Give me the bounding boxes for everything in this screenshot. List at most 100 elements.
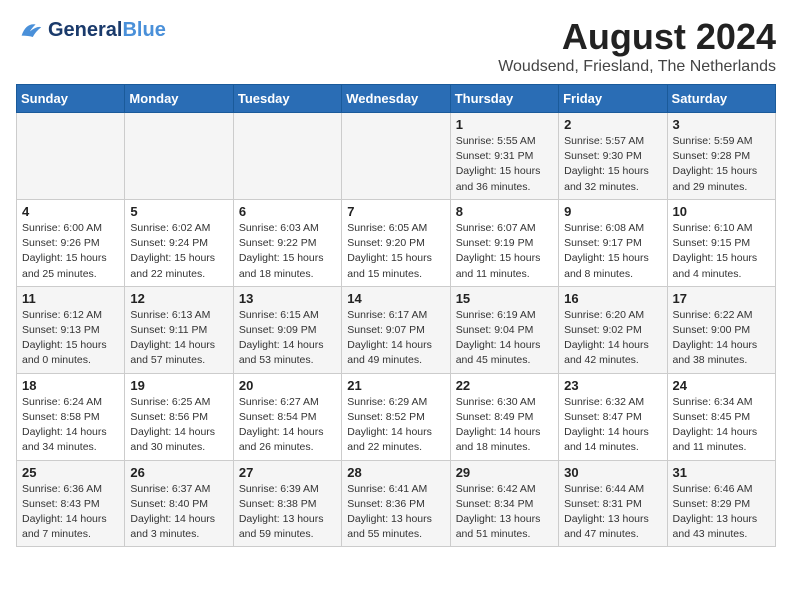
weekday-header-tuesday: Tuesday xyxy=(233,85,341,113)
day-number: 29 xyxy=(456,465,553,480)
day-number: 13 xyxy=(239,291,336,306)
day-number: 4 xyxy=(22,204,119,219)
calendar-cell: 24Sunrise: 6:34 AMSunset: 8:45 PMDayligh… xyxy=(667,373,775,460)
calendar-cell: 22 Sunrise: 6:30 AMSunset: 8:49 PMDayligh… xyxy=(450,373,558,460)
day-info: Sunrise: 5:55 AMSunset: 9:31 PMDaylight:… xyxy=(456,134,553,195)
day-number: 15 xyxy=(456,291,553,306)
day-info: Sunrise: 6:39 AMSunset: 8:38 PMDaylight:… xyxy=(239,482,336,543)
logo-general: General xyxy=(48,19,122,41)
day-number: 28 xyxy=(347,465,444,480)
day-info: Sunrise: 6:20 AMSunset: 9:02 PMDaylight:… xyxy=(564,308,661,369)
day-info: Sunrise: 6:02 AMSunset: 9:24 PMDaylight:… xyxy=(130,221,227,282)
calendar-cell xyxy=(17,113,125,200)
day-number: 6 xyxy=(239,204,336,219)
calendar-cell: 21 Sunrise: 6:29 AMSunset: 8:52 PMDayligh… xyxy=(342,373,450,460)
day-number: 19 xyxy=(130,378,227,393)
title-block: August 2024 Woudsend, Friesland, The Net… xyxy=(498,16,776,76)
week-row-1: 1 Sunrise: 5:55 AMSunset: 9:31 PMDaylight… xyxy=(17,113,776,200)
day-number: 10 xyxy=(673,204,770,219)
calendar-cell: 15 Sunrise: 6:19 AMSunset: 9:04 PMDayligh… xyxy=(450,286,558,373)
logo-blue: Blue xyxy=(122,19,165,41)
day-number: 27 xyxy=(239,465,336,480)
day-number: 23 xyxy=(564,378,661,393)
week-row-4: 18Sunrise: 6:24 AMSunset: 8:58 PMDayligh… xyxy=(17,373,776,460)
week-row-3: 11Sunrise: 6:12 AMSunset: 9:13 PMDayligh… xyxy=(17,286,776,373)
calendar-cell: 31 Sunrise: 6:46 AMSunset: 8:29 PMDayligh… xyxy=(667,460,775,547)
day-number: 17 xyxy=(673,291,770,306)
day-info: Sunrise: 5:57 AMSunset: 9:30 PMDaylight:… xyxy=(564,134,661,195)
weekday-header-sunday: Sunday xyxy=(17,85,125,113)
calendar-cell: 11Sunrise: 6:12 AMSunset: 9:13 PMDayligh… xyxy=(17,286,125,373)
day-number: 26 xyxy=(130,465,227,480)
day-info: Sunrise: 6:30 AMSunset: 8:49 PMDaylight:… xyxy=(456,395,553,456)
weekday-header-saturday: Saturday xyxy=(667,85,775,113)
calendar-cell: 14Sunrise: 6:17 AMSunset: 9:07 PMDayligh… xyxy=(342,286,450,373)
calendar-cell: 7 Sunrise: 6:05 AMSunset: 9:20 PMDaylight… xyxy=(342,199,450,286)
calendar-cell xyxy=(125,113,233,200)
day-info: Sunrise: 6:07 AMSunset: 9:19 PMDaylight:… xyxy=(456,221,553,282)
day-info: Sunrise: 6:32 AMSunset: 8:47 PMDaylight:… xyxy=(564,395,661,456)
day-number: 8 xyxy=(456,204,553,219)
day-info: Sunrise: 6:22 AMSunset: 9:00 PMDaylight:… xyxy=(673,308,770,369)
calendar-table: SundayMondayTuesdayWednesdayThursdayFrid… xyxy=(16,84,776,547)
calendar-cell: 18Sunrise: 6:24 AMSunset: 8:58 PMDayligh… xyxy=(17,373,125,460)
day-number: 7 xyxy=(347,204,444,219)
day-info: Sunrise: 6:36 AMSunset: 8:43 PMDaylight:… xyxy=(22,482,119,543)
weekday-header-monday: Monday xyxy=(125,85,233,113)
calendar-cell: 12 Sunrise: 6:13 AMSunset: 9:11 PMDayligh… xyxy=(125,286,233,373)
calendar-cell: 28 Sunrise: 6:41 AMSunset: 8:36 PMDayligh… xyxy=(342,460,450,547)
calendar-cell: 30Sunrise: 6:44 AMSunset: 8:31 PMDayligh… xyxy=(559,460,667,547)
week-row-2: 4Sunrise: 6:00 AMSunset: 9:26 PMDaylight… xyxy=(17,199,776,286)
day-number: 20 xyxy=(239,378,336,393)
calendar-cell: 9 Sunrise: 6:08 AMSunset: 9:17 PMDaylight… xyxy=(559,199,667,286)
day-info: Sunrise: 6:05 AMSunset: 9:20 PMDaylight:… xyxy=(347,221,444,282)
day-info: Sunrise: 6:29 AMSunset: 8:52 PMDaylight:… xyxy=(347,395,444,456)
calendar-cell: 26Sunrise: 6:37 AMSunset: 8:40 PMDayligh… xyxy=(125,460,233,547)
day-number: 12 xyxy=(130,291,227,306)
calendar-cell xyxy=(342,113,450,200)
day-info: Sunrise: 6:19 AMSunset: 9:04 PMDaylight:… xyxy=(456,308,553,369)
logo: GeneralBlue xyxy=(16,16,166,44)
calendar-cell: 4Sunrise: 6:00 AMSunset: 9:26 PMDaylight… xyxy=(17,199,125,286)
month-year-title: August 2024 xyxy=(498,16,776,58)
day-info: Sunrise: 6:46 AMSunset: 8:29 PMDaylight:… xyxy=(673,482,770,543)
day-info: Sunrise: 6:41 AMSunset: 8:36 PMDaylight:… xyxy=(347,482,444,543)
calendar-cell: 25 Sunrise: 6:36 AMSunset: 8:43 PMDayligh… xyxy=(17,460,125,547)
page-header: GeneralBlue August 2024 Woudsend, Friesl… xyxy=(16,16,776,76)
day-info: Sunrise: 6:17 AMSunset: 9:07 PMDaylight:… xyxy=(347,308,444,369)
day-number: 21 xyxy=(347,378,444,393)
location-subtitle: Woudsend, Friesland, The Netherlands xyxy=(498,58,776,76)
week-row-5: 25 Sunrise: 6:36 AMSunset: 8:43 PMDayligh… xyxy=(17,460,776,547)
day-info: Sunrise: 6:15 AMSunset: 9:09 PMDaylight:… xyxy=(239,308,336,369)
weekday-header-row: SundayMondayTuesdayWednesdayThursdayFrid… xyxy=(17,85,776,113)
weekday-header-thursday: Thursday xyxy=(450,85,558,113)
day-info: Sunrise: 6:08 AMSunset: 9:17 PMDaylight:… xyxy=(564,221,661,282)
calendar-cell: 19 Sunrise: 6:25 AMSunset: 8:56 PMDayligh… xyxy=(125,373,233,460)
day-info: Sunrise: 6:44 AMSunset: 8:31 PMDaylight:… xyxy=(564,482,661,543)
day-number: 2 xyxy=(564,117,661,132)
logo-bird-icon xyxy=(16,16,44,44)
day-number: 16 xyxy=(564,291,661,306)
calendar-cell: 8 Sunrise: 6:07 AMSunset: 9:19 PMDaylight… xyxy=(450,199,558,286)
day-info: Sunrise: 6:13 AMSunset: 9:11 PMDaylight:… xyxy=(130,308,227,369)
day-number: 25 xyxy=(22,465,119,480)
day-number: 1 xyxy=(456,117,553,132)
day-info: Sunrise: 6:25 AMSunset: 8:56 PMDaylight:… xyxy=(130,395,227,456)
day-number: 18 xyxy=(22,378,119,393)
calendar-cell: 2 Sunrise: 5:57 AMSunset: 9:30 PMDaylight… xyxy=(559,113,667,200)
day-number: 31 xyxy=(673,465,770,480)
calendar-cell: 6 Sunrise: 6:03 AMSunset: 9:22 PMDaylight… xyxy=(233,199,341,286)
day-info: Sunrise: 6:03 AMSunset: 9:22 PMDaylight:… xyxy=(239,221,336,282)
day-info: Sunrise: 6:34 AMSunset: 8:45 PMDaylight:… xyxy=(673,395,770,456)
calendar-cell: 1 Sunrise: 5:55 AMSunset: 9:31 PMDaylight… xyxy=(450,113,558,200)
calendar-cell: 20Sunrise: 6:27 AMSunset: 8:54 PMDayligh… xyxy=(233,373,341,460)
calendar-cell: 16 Sunrise: 6:20 AMSunset: 9:02 PMDayligh… xyxy=(559,286,667,373)
calendar-cell: 17 Sunrise: 6:22 AMSunset: 9:00 PMDayligh… xyxy=(667,286,775,373)
day-number: 5 xyxy=(130,204,227,219)
day-number: 9 xyxy=(564,204,661,219)
day-info: Sunrise: 5:59 AMSunset: 9:28 PMDaylight:… xyxy=(673,134,770,195)
calendar-cell: 29Sunrise: 6:42 AMSunset: 8:34 PMDayligh… xyxy=(450,460,558,547)
calendar-cell xyxy=(233,113,341,200)
weekday-header-wednesday: Wednesday xyxy=(342,85,450,113)
day-number: 22 xyxy=(456,378,553,393)
